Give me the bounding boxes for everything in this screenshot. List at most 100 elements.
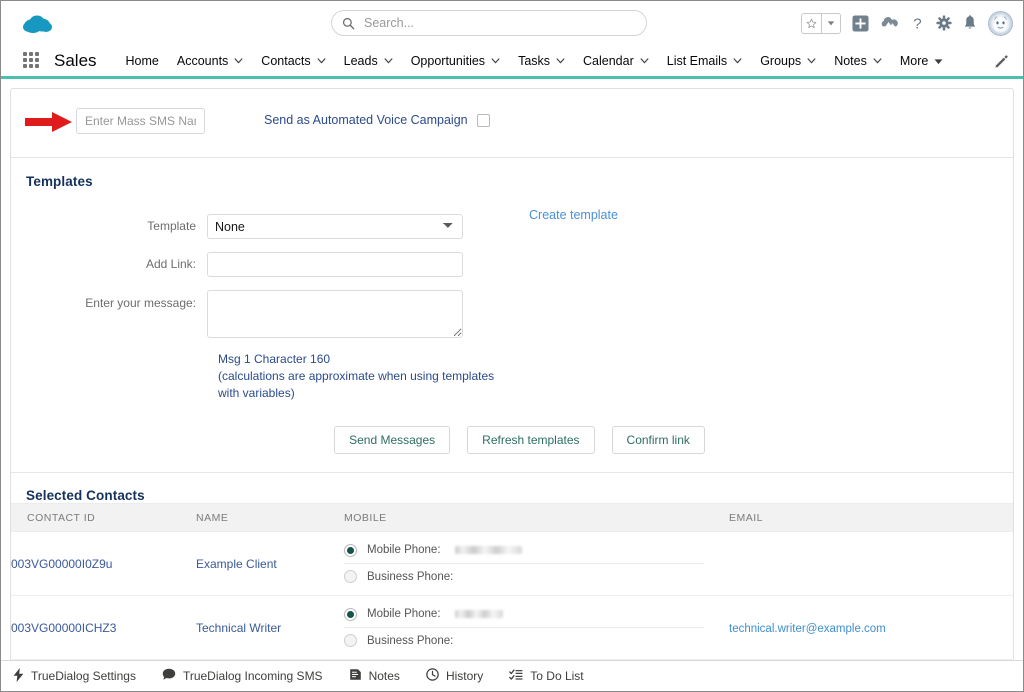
chevron-down-icon[interactable]	[234, 58, 243, 64]
favorites-group[interactable]	[801, 12, 841, 34]
cell-name: Example Client	[196, 531, 344, 596]
nav-item-more[interactable]: More	[891, 46, 952, 76]
cell-contact-id: 003VG00000I0Z9u	[11, 531, 196, 596]
cell-email	[729, 531, 1013, 596]
chevron-down-icon[interactable]	[640, 58, 649, 64]
business-phone-radio[interactable]	[344, 634, 357, 647]
question-mark-icon[interactable]: ?	[910, 15, 925, 31]
nav-item-label: List Emails	[666, 54, 728, 68]
mobile-phone-radio[interactable]	[344, 543, 357, 557]
plus-square-icon[interactable]	[852, 14, 869, 32]
business-phone-option[interactable]: Business Phone:	[344, 628, 704, 654]
mobile-phone-option[interactable]: Mobile Phone:	[344, 602, 704, 628]
utility-item-to-do-list[interactable]: To Do List	[509, 668, 584, 684]
voice-campaign-checkbox[interactable]	[476, 113, 490, 127]
template-select[interactable]: None	[207, 214, 463, 239]
mobile-phone-value-redacted	[454, 610, 503, 618]
contact-email-link[interactable]: technical.writer@example.com	[729, 623, 886, 635]
confirm-link-button[interactable]: Confirm link	[611, 426, 705, 454]
chevron-down-icon[interactable]	[317, 58, 326, 64]
nav-item-list-emails[interactable]: List Emails	[658, 46, 751, 76]
nav-item-groups[interactable]: Groups	[751, 46, 825, 76]
business-phone-label: Business Phone:	[367, 570, 454, 583]
nav-item-tasks[interactable]: Tasks	[509, 46, 574, 76]
voice-campaign-group: Send as Automated Voice Campaign	[264, 113, 490, 127]
cell-name: Technical Writer	[196, 595, 344, 660]
table-row: 003VG00000ICHZ3 Technical Writer Mobile …	[11, 595, 1013, 660]
app-window: ?	[0, 0, 1024, 692]
message-textarea[interactable]	[207, 290, 463, 338]
cloud-mountain-icon[interactable]	[880, 15, 899, 32]
chevron-down-icon[interactable]	[873, 58, 882, 64]
bell-icon[interactable]	[963, 15, 977, 31]
chevron-down-icon[interactable]	[556, 58, 565, 64]
send-messages-button[interactable]: Send Messages	[334, 426, 451, 454]
utility-item-history[interactable]: History	[426, 668, 483, 684]
business-phone-radio[interactable]	[344, 570, 357, 583]
star-icon[interactable]	[802, 13, 821, 33]
mobile-phone-label: Mobile Phone:	[367, 608, 441, 620]
mass-sms-name-input[interactable]	[76, 108, 205, 134]
column-header-email: EMAIL	[729, 503, 1013, 532]
mobile-phone-radio[interactable]	[344, 607, 357, 621]
nav-item-contacts[interactable]: Contacts	[252, 46, 334, 76]
message-label: Enter your message:	[85, 296, 196, 310]
nav-item-label: Groups	[760, 54, 802, 68]
nav-item-opportunities[interactable]: Opportunities	[402, 46, 509, 76]
nav-item-calendar[interactable]: Calendar	[574, 46, 658, 76]
nav-item-label: Home	[125, 54, 159, 68]
contact-name-link[interactable]: Example Client	[196, 557, 277, 571]
add-link-input[interactable]	[207, 252, 463, 277]
nav-item-accounts[interactable]: Accounts	[168, 46, 252, 76]
checklist-icon	[509, 668, 523, 684]
character-count-line-2: (calculations are approximate when using…	[218, 369, 495, 400]
global-header: ?	[1, 1, 1023, 46]
nav-item-home[interactable]: Home	[117, 46, 168, 76]
chevron-down-icon[interactable]	[807, 58, 816, 64]
app-name[interactable]: Sales	[54, 51, 97, 71]
cell-mobile: Mobile Phone: Business Phone:	[344, 595, 729, 660]
mobile-phone-option[interactable]: Mobile Phone:	[344, 538, 704, 564]
pencil-edit-icon[interactable]	[994, 54, 1009, 69]
phone-option-group: Mobile Phone: Business Phone:	[344, 602, 704, 654]
salesforce-cloud-logo-icon[interactable]	[21, 12, 55, 36]
create-template-link[interactable]: Create template	[529, 208, 618, 222]
chevron-down-icon[interactable]	[384, 58, 393, 64]
utility-item-truedialog-settings[interactable]: TrueDialog Settings	[13, 667, 136, 685]
chevron-down-icon[interactable]	[491, 58, 500, 64]
header-actions: ?	[801, 7, 1013, 39]
nav-item-label: Leads	[343, 54, 378, 68]
contacts-table-body: 003VG00000I0Z9u Example Client Mobile Ph…	[11, 531, 1013, 660]
global-search[interactable]	[331, 10, 647, 36]
contact-id-link[interactable]: 003VG00000ICHZ3	[11, 621, 116, 635]
table-row: 003VG00000I0Z9u Example Client Mobile Ph…	[11, 531, 1013, 596]
column-header-mobile: MOBILE	[344, 503, 729, 532]
utility-item-notes[interactable]: Notes	[349, 668, 400, 684]
contact-name-link[interactable]: Technical Writer	[196, 621, 281, 635]
search-icon	[342, 17, 355, 30]
refresh-templates-button[interactable]: Refresh templates	[467, 426, 595, 454]
search-input[interactable]	[362, 15, 636, 31]
note-icon	[349, 668, 362, 684]
avatar[interactable]	[988, 10, 1013, 36]
voice-campaign-label: Send as Automated Voice Campaign	[264, 113, 468, 127]
utility-item-label: TrueDialog Incoming SMS	[182, 669, 323, 683]
templates-button-row: Send Messages Refresh templates Confirm …	[11, 426, 1013, 454]
contact-id-link[interactable]: 003VG00000I0Z9u	[11, 557, 112, 571]
business-phone-option[interactable]: Business Phone:	[344, 564, 704, 590]
mobile-phone-label: Mobile Phone:	[367, 544, 441, 556]
cell-contact-id: 003VG00000ICHZ3	[11, 595, 196, 660]
cell-mobile: Mobile Phone: Business Phone:	[344, 531, 729, 596]
selected-contacts-title: Selected Contacts	[26, 488, 145, 503]
caret-down-icon[interactable]	[934, 58, 943, 65]
nav-item-leads[interactable]: Leads	[335, 46, 402, 76]
gear-icon[interactable]	[936, 15, 952, 31]
chevron-down-icon[interactable]	[821, 13, 840, 33]
main-content: Send as Automated Voice Campaign Templat…	[1, 79, 1023, 673]
nav-item-label: Accounts	[176, 54, 229, 68]
chevron-down-icon[interactable]	[733, 58, 742, 64]
nav-item-notes[interactable]: Notes	[825, 46, 891, 76]
contacts-table: CONTACT ID NAME MOBILE EMAIL 003VG00000I…	[11, 503, 1013, 660]
utility-item-truedialog-incoming-sms[interactable]: TrueDialog Incoming SMS	[162, 668, 323, 684]
app-launcher-waffle-icon[interactable]	[23, 52, 41, 70]
